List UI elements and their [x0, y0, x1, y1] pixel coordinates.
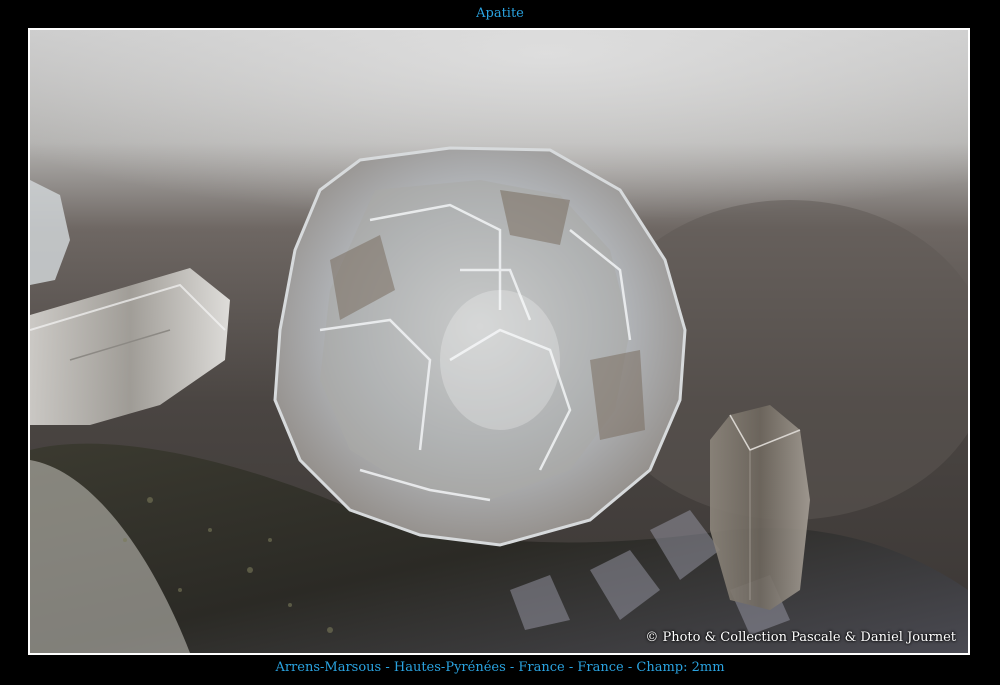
photo-frame: © Photo & Collection Pascale & Daniel Jo…: [28, 28, 970, 655]
mineral-photo: [30, 30, 968, 653]
locality-caption: Arrens-Marsous - Hautes-Pyrénées - Franc…: [275, 660, 725, 675]
mineral-title: Apatite: [476, 6, 524, 21]
photo-page: Apatite © Photo & Collection Pascale & D…: [0, 0, 1000, 685]
copyright-watermark: © Photo & Collection Pascale & Daniel Jo…: [645, 630, 956, 645]
